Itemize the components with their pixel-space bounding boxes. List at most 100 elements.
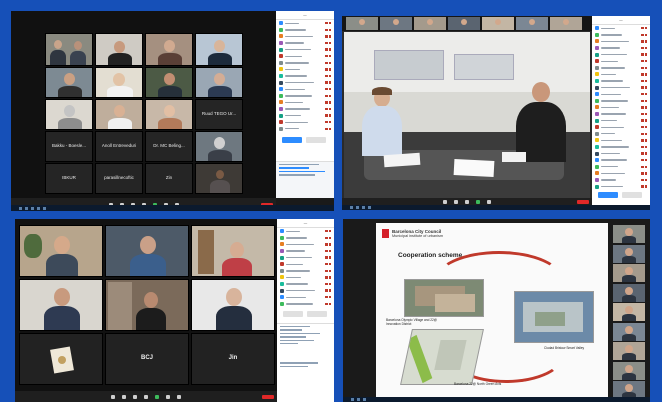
mic-camera-icons[interactable] xyxy=(641,33,647,37)
thumbnail-tile[interactable] xyxy=(613,264,645,282)
participant-tile[interactable] xyxy=(45,33,93,66)
thumbnail-tile[interactable] xyxy=(516,17,548,30)
participant-row[interactable] xyxy=(592,111,650,118)
mic-camera-icons[interactable] xyxy=(641,46,647,50)
participant-row[interactable] xyxy=(276,119,334,126)
mic-camera-icons[interactable] xyxy=(325,61,331,65)
thumbnail-tile[interactable] xyxy=(613,225,645,243)
participant-row[interactable] xyxy=(276,73,334,80)
mic-camera-icons[interactable] xyxy=(325,243,331,246)
end-meeting-button[interactable] xyxy=(577,199,589,204)
mic-camera-icons[interactable] xyxy=(325,276,331,279)
participant-row[interactable] xyxy=(592,25,650,32)
participant-tile[interactable] xyxy=(195,163,243,194)
participant-row[interactable] xyxy=(276,106,334,113)
participant-tile[interactable] xyxy=(95,33,143,66)
participant-row[interactable] xyxy=(277,301,334,308)
mic-camera-icons[interactable] xyxy=(641,53,647,56)
participant-row[interactable] xyxy=(277,294,334,301)
mic-camera-icons[interactable] xyxy=(641,40,647,43)
participant-row[interactable] xyxy=(592,131,650,138)
participant-row[interactable] xyxy=(592,150,650,157)
participant-row[interactable] xyxy=(277,274,334,281)
participant-row[interactable] xyxy=(276,46,334,53)
mic-camera-icons[interactable] xyxy=(641,178,647,182)
thumbnail-tile[interactable] xyxy=(613,322,645,341)
participant-row[interactable] xyxy=(277,248,334,255)
share-screen-icon[interactable] xyxy=(155,394,159,399)
mic-camera-icons[interactable] xyxy=(641,185,647,188)
end-meeting-button[interactable] xyxy=(262,394,274,399)
chat-panel[interactable] xyxy=(276,161,334,198)
thumbnail-tile[interactable] xyxy=(482,17,514,30)
mic-camera-icons[interactable] xyxy=(325,256,331,259)
mic-camera-icons[interactable] xyxy=(325,74,331,78)
mic-camera-icons[interactable] xyxy=(325,94,331,98)
taskbar-app-icon[interactable] xyxy=(25,206,28,210)
mic-camera-icons[interactable] xyxy=(641,145,647,149)
participant-row[interactable] xyxy=(276,79,334,86)
participant-row[interactable] xyxy=(592,163,650,170)
chat-icon[interactable] xyxy=(166,394,170,399)
mic-camera-icons[interactable] xyxy=(325,289,331,292)
participant-row[interactable] xyxy=(592,137,650,144)
thumbnail-tile[interactable] xyxy=(613,244,645,263)
participant-row[interactable] xyxy=(592,124,650,131)
mute-icon[interactable] xyxy=(111,394,115,399)
participant-tile[interactable]: Jin xyxy=(191,333,275,385)
mic-camera-icons[interactable] xyxy=(325,282,331,286)
mic-camera-icons[interactable] xyxy=(325,28,331,32)
participants-icon[interactable] xyxy=(465,199,469,204)
mic-camera-icons[interactable] xyxy=(325,249,331,253)
thumbnail-tile[interactable] xyxy=(414,17,446,30)
participant-tile[interactable] xyxy=(145,33,193,66)
mic-camera-icons[interactable] xyxy=(641,106,647,109)
participant-row[interactable] xyxy=(276,60,334,67)
participant-row[interactable] xyxy=(592,98,650,105)
participant-row[interactable] xyxy=(592,170,650,177)
participant-row[interactable] xyxy=(276,53,334,60)
mic-camera-icons[interactable] xyxy=(641,139,647,142)
mic-camera-icons[interactable] xyxy=(325,263,331,266)
mic-camera-icons[interactable] xyxy=(641,99,647,103)
participant-row[interactable] xyxy=(592,51,650,58)
participant-row[interactable] xyxy=(592,84,650,91)
thumbnail-tile[interactable] xyxy=(346,17,378,30)
participant-row[interactable] xyxy=(277,254,334,261)
participant-tile[interactable]: Zin xyxy=(145,163,193,194)
participant-row[interactable] xyxy=(276,99,334,106)
participant-row[interactable] xyxy=(276,126,334,133)
participant-row[interactable] xyxy=(592,58,650,65)
participant-row[interactable] xyxy=(592,71,650,78)
mic-camera-icons[interactable] xyxy=(325,114,331,117)
mic-camera-icons[interactable] xyxy=(325,35,331,38)
mic-camera-icons[interactable] xyxy=(325,22,331,25)
participant-row[interactable] xyxy=(592,117,650,124)
record-icon[interactable] xyxy=(177,394,181,399)
share-screen-icon[interactable] xyxy=(476,199,480,204)
mic-camera-icons[interactable] xyxy=(325,88,331,91)
start-icon[interactable] xyxy=(350,206,353,209)
mic-camera-icons[interactable] xyxy=(641,79,647,83)
participant-row[interactable] xyxy=(276,93,334,100)
participant-row[interactable] xyxy=(592,65,650,72)
mic-camera-icons[interactable] xyxy=(641,158,647,162)
taskbar-app-icon[interactable] xyxy=(356,206,359,209)
taskbar-app-icon[interactable] xyxy=(363,398,366,401)
mic-camera-icons[interactable] xyxy=(325,81,331,84)
mic-camera-icons[interactable] xyxy=(641,152,647,155)
participant-row[interactable] xyxy=(592,78,650,85)
participant-row[interactable] xyxy=(276,20,334,27)
taskbar-app-icon[interactable] xyxy=(37,206,40,210)
participant-tile[interactable] xyxy=(95,67,143,98)
mic-camera-icons[interactable] xyxy=(641,165,647,168)
mic-camera-icons[interactable] xyxy=(325,48,331,51)
mic-camera-icons[interactable] xyxy=(325,230,331,233)
thumbnail-tile[interactable] xyxy=(448,17,480,30)
mic-camera-icons[interactable] xyxy=(641,73,647,76)
start-icon[interactable] xyxy=(351,398,354,401)
thumbnail-tile[interactable] xyxy=(613,283,645,302)
participant-row[interactable] xyxy=(592,144,650,151)
participant-tile[interactable] xyxy=(195,131,243,162)
participant-tile[interactable] xyxy=(19,225,103,277)
